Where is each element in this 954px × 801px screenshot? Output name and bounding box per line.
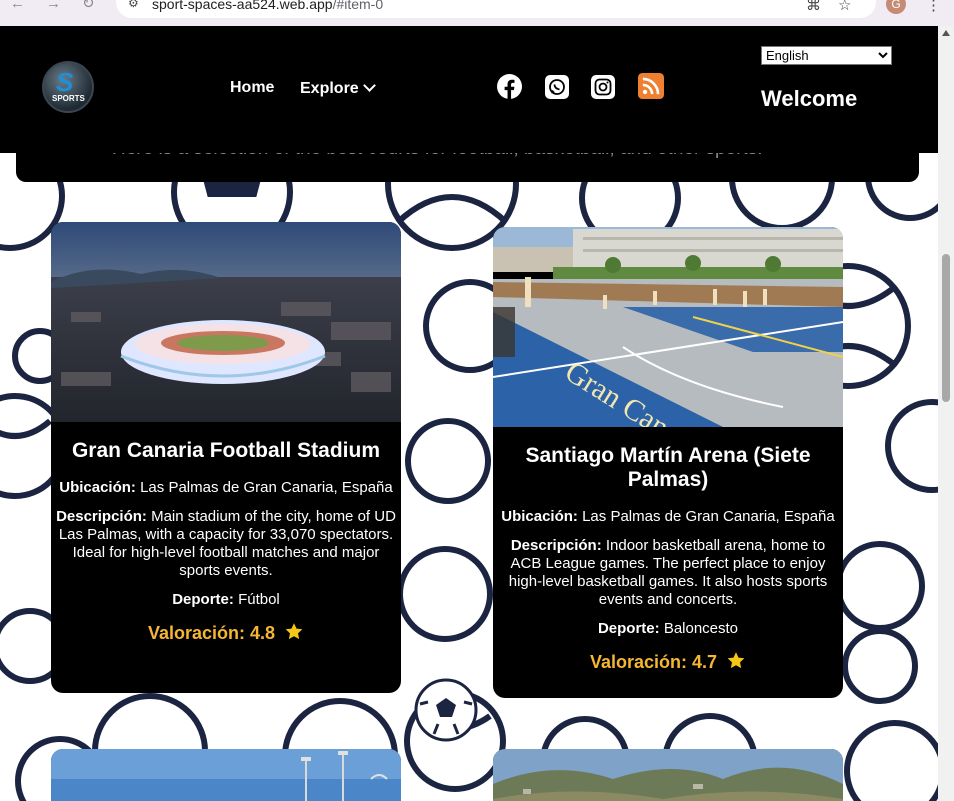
star-icon: [285, 623, 303, 640]
nav-home-link[interactable]: Home: [230, 79, 274, 97]
scroll-thumb[interactable]: [942, 254, 950, 402]
page-scrollbar[interactable]: [938, 26, 954, 801]
menu-kebab-icon[interactable]: ⋮: [926, 0, 941, 14]
logo-text: SPORTS: [52, 94, 85, 103]
chevron-down-icon: [362, 79, 376, 92]
browser-chrome: ← → ↻ ⚙ sport-spaces-aa524.web.app/#item…: [0, 0, 954, 26]
card-image-sports-field: [51, 749, 401, 801]
site-info-icon[interactable]: ⚙: [128, 0, 139, 10]
court-card[interactable]: [493, 749, 843, 801]
rss-icon[interactable]: [638, 73, 664, 99]
translate-icon[interactable]: ⌘: [806, 0, 821, 14]
card-image-landscape: [493, 749, 843, 801]
welcome-text: Welcome: [761, 86, 858, 111]
nav-explore-dropdown[interactable]: Explore: [300, 79, 376, 98]
whatsapp-icon[interactable]: [545, 75, 569, 99]
card-sport: Deporte: Fútbol: [172, 591, 280, 608]
reload-icon[interactable]: ↻: [82, 0, 95, 11]
star-icon: [727, 652, 745, 669]
scroll-up-arrow-icon[interactable]: [942, 30, 950, 36]
soccer-ball-decoration: [414, 678, 478, 742]
card-sport: Deporte: Baloncesto: [597, 620, 739, 637]
court-card[interactable]: Gran Canaria Football Stadium Ubicación:…: [51, 222, 401, 693]
site-header: S SPORTS Home Explore English Welcome: [0, 26, 938, 153]
card-rating: Valoración: 4.7: [493, 651, 843, 673]
card-title: Gran Canaria Football Stadium: [71, 439, 381, 462]
facebook-icon[interactable]: [497, 74, 522, 99]
card-rating: Valoración: 4.8: [51, 622, 401, 644]
forward-icon[interactable]: →: [46, 0, 61, 11]
card-title: Santiago Martín Arena (Siete Palmas): [525, 444, 811, 491]
instagram-icon[interactable]: [591, 75, 615, 99]
card-image-stadium: [51, 222, 401, 422]
language-select[interactable]: English: [761, 46, 892, 65]
nav-explore-label: Explore: [300, 80, 359, 97]
bookmark-star-icon[interactable]: ☆: [838, 0, 851, 14]
card-description: Descripción: Main stadium of the city, h…: [56, 508, 396, 579]
card-location: Ubicación: Las Palmas de Gran Canaria, E…: [59, 479, 393, 496]
card-description: Descripción: Indoor basketball arena, ho…: [508, 537, 828, 608]
court-card[interactable]: [51, 749, 401, 801]
page-viewport: Here is a selection of the best courts f…: [0, 26, 938, 801]
card-image-basketball-court: Gran Can: [493, 227, 843, 427]
back-icon[interactable]: ←: [10, 0, 25, 11]
url-text[interactable]: sport-spaces-aa524.web.app/#item-0: [152, 0, 383, 12]
profile-avatar[interactable]: G: [886, 0, 906, 14]
sports-logo[interactable]: S SPORTS: [42, 61, 94, 113]
court-card[interactable]: Gran Can Santiago Martín Arena (Siete Pa…: [493, 227, 843, 698]
card-location: Ubicación: Las Palmas de Gran Canaria, E…: [501, 508, 835, 525]
